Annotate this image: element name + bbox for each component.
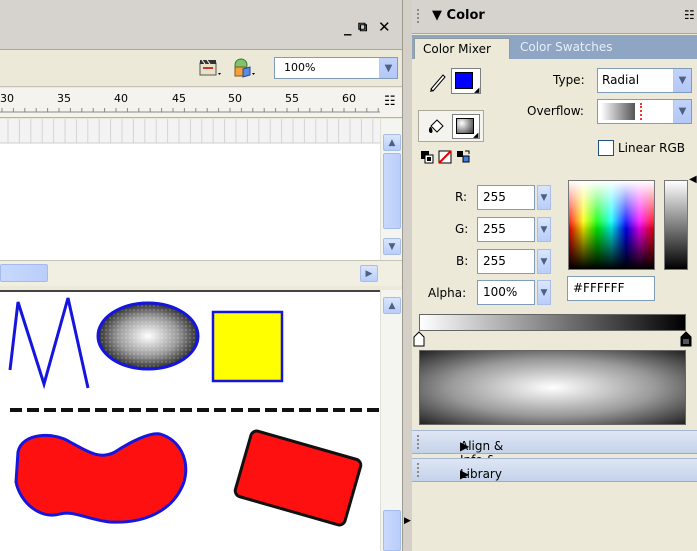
fill-color-swatch[interactable]: ◢ — [452, 114, 480, 139]
scroll-up-icon[interactable]: ▲ — [383, 134, 401, 151]
panel-align-info-transform[interactable]: ▶ Align & Info & Transform — [412, 430, 697, 481]
minimize-icon[interactable]: _ — [344, 18, 352, 36]
chevron-down-icon[interactable]: ▼ — [537, 249, 551, 274]
zoom-select[interactable]: 100% ▼ — [274, 57, 398, 79]
hex-input[interactable]: #FFFFFF — [567, 276, 655, 301]
b-input[interactable]: 255 — [477, 249, 535, 274]
chevron-down-icon[interactable]: ▼ — [379, 58, 397, 78]
scroll-thumb[interactable] — [0, 264, 48, 282]
stage-vertical-scrollbar[interactable]: ▲ — [380, 290, 402, 551]
scroll-down-icon[interactable]: ▼ — [383, 238, 401, 255]
alpha-input[interactable]: 100% — [477, 280, 535, 305]
panel-title: Library — [460, 467, 502, 481]
chevron-down-icon[interactable]: ▼ — [537, 280, 551, 305]
overflow-select[interactable]: ▼ — [597, 99, 692, 124]
ruler-label: 50 — [228, 92, 242, 105]
panel-divider[interactable]: ▶ — [402, 0, 412, 551]
fill-type-value: Radial — [602, 73, 640, 87]
scroll-thumb[interactable] — [383, 510, 401, 551]
b-label: B: — [456, 254, 469, 268]
chevron-down-icon[interactable]: ▼ — [673, 69, 691, 92]
paint-bucket-icon[interactable] — [427, 118, 445, 136]
fill-type-select[interactable]: Radial ▼ — [597, 68, 692, 93]
scroll-thumb[interactable] — [383, 153, 401, 229]
oval-texture — [100, 305, 196, 367]
frame-view-menu-icon[interactable]: ☷ — [384, 94, 396, 109]
edit-bar: 100% ▼ — [0, 49, 402, 87]
yellow-square[interactable] — [211, 310, 284, 383]
alpha-label: Alpha: — [428, 286, 467, 300]
stage-drawing — [8, 297, 380, 527]
edit-scene-icon[interactable] — [198, 57, 224, 79]
fill-color-row: ◢ — [418, 110, 484, 142]
black-white-icon[interactable] — [420, 150, 434, 164]
timeline-horizontal-scrollbar[interactable]: ▶ — [0, 260, 402, 286]
red-rectangle[interactable] — [233, 429, 363, 527]
scroll-right-icon[interactable]: ▶ — [360, 265, 378, 282]
brightness-slider[interactable] — [664, 180, 688, 270]
zigzag-line[interactable] — [8, 297, 90, 390]
r-label: R: — [455, 190, 468, 204]
ruler-label: 40 — [114, 92, 128, 105]
close-icon[interactable]: ✕ — [378, 18, 391, 36]
type-label: Type: — [553, 73, 585, 87]
tab-color-swatches[interactable]: Color Swatches — [520, 40, 612, 54]
panel-grip[interactable] — [417, 9, 421, 23]
chevron-down-icon[interactable]: ▼ — [673, 100, 691, 123]
color-panel-header[interactable]: ▼ Color ☷ — [412, 0, 697, 34]
panel-grip[interactable] — [417, 463, 421, 477]
chevron-down-icon[interactable]: ▼ — [537, 217, 551, 242]
ruler-label: 45 — [172, 92, 186, 105]
overflow-label: Overflow: — [527, 104, 584, 118]
red-blob[interactable] — [14, 432, 188, 524]
gradient-stop-right-icon[interactable] — [680, 331, 692, 347]
pencil-icon[interactable] — [428, 70, 448, 92]
ruler-label: 60 — [342, 92, 356, 105]
zoom-value: 100% — [284, 61, 316, 74]
gradient-definition-bar[interactable] — [419, 314, 686, 331]
ruler-label: 55 — [285, 92, 299, 105]
linear-rgb-label: Linear RGB — [618, 141, 685, 155]
r-input[interactable]: 255 — [477, 185, 535, 210]
ruler-label: 30 — [0, 92, 14, 105]
panel-grip[interactable] — [417, 435, 421, 449]
frame-grid — [0, 119, 380, 144]
gradient-preview — [419, 350, 686, 425]
timeline-frames[interactable] — [0, 119, 380, 260]
no-color-icon[interactable] — [438, 150, 452, 164]
color-panel-title: Color — [446, 8, 485, 23]
swap-colors-icon[interactable] — [456, 150, 472, 164]
g-label: G: — [455, 222, 469, 236]
expand-arrow-icon: ▼ — [432, 8, 447, 23]
panel-options-icon[interactable]: ☷ — [684, 8, 695, 22]
chevron-down-icon[interactable]: ▼ — [537, 185, 551, 210]
tab-color-mixer[interactable]: Color Mixer — [414, 38, 510, 59]
gradient-stop-left-icon[interactable] — [413, 331, 425, 347]
collapse-arrow-icon[interactable]: ▶ — [404, 516, 411, 526]
timeline-vertical-scrollbar[interactable]: ▲ ▼ — [380, 119, 402, 260]
panel-library[interactable]: ▶ Library — [412, 458, 697, 482]
color-spectrum-picker[interactable] — [568, 180, 655, 270]
color-tabs: Color Mixer Color Swatches — [412, 35, 697, 59]
timeline-ruler: 30 35 40 45 50 55 60 ☷ — [0, 88, 402, 118]
edit-symbol-icon[interactable] — [232, 57, 258, 79]
stroke-color-swatch[interactable]: ◢ — [451, 68, 481, 94]
brightness-pointer-icon[interactable]: ◀ — [689, 174, 697, 185]
document-titlebar: _ ⧉ ✕ — [0, 0, 402, 49]
restore-window-icon[interactable]: ⧉ — [358, 20, 367, 35]
g-input[interactable]: 255 — [477, 217, 535, 242]
stage-canvas[interactable] — [0, 290, 380, 551]
scroll-up-icon[interactable]: ▲ — [383, 297, 401, 314]
linear-rgb-checkbox[interactable] — [598, 140, 614, 156]
ruler-label: 35 — [57, 92, 71, 105]
